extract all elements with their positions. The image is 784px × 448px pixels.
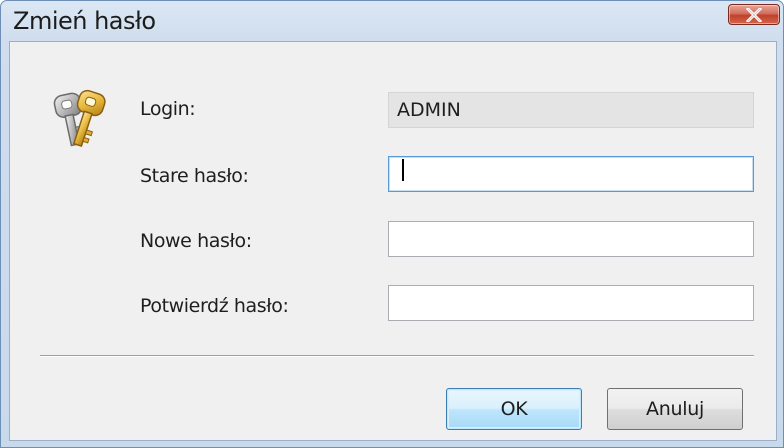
confirm-password-label: Potwierdź hasło: (140, 295, 289, 317)
new-password-label: Nowe hasło: (140, 230, 252, 252)
close-icon (746, 8, 762, 22)
ok-button[interactable]: OK (446, 388, 582, 430)
text-caret (402, 159, 404, 181)
old-password-label: Stare hasło: (140, 165, 249, 187)
login-field: ADMIN (388, 92, 754, 128)
window-title: Zmień hasło (13, 7, 156, 35)
cancel-button[interactable]: Anuluj (607, 388, 743, 430)
new-password-field[interactable] (388, 221, 754, 257)
keys-icon (50, 88, 116, 154)
change-password-dialog: Zmień hasło Login: ADMIN Stare hasło: No… (0, 0, 784, 448)
title-bar[interactable]: Zmień hasło (1, 1, 783, 41)
close-button[interactable] (728, 4, 780, 25)
dialog-body: Login: ADMIN Stare hasło: Nowe hasło: Po… (9, 41, 777, 441)
login-label: Login: (140, 98, 196, 120)
old-password-field[interactable] (388, 156, 754, 192)
confirm-password-field[interactable] (388, 285, 754, 321)
separator (40, 355, 754, 357)
